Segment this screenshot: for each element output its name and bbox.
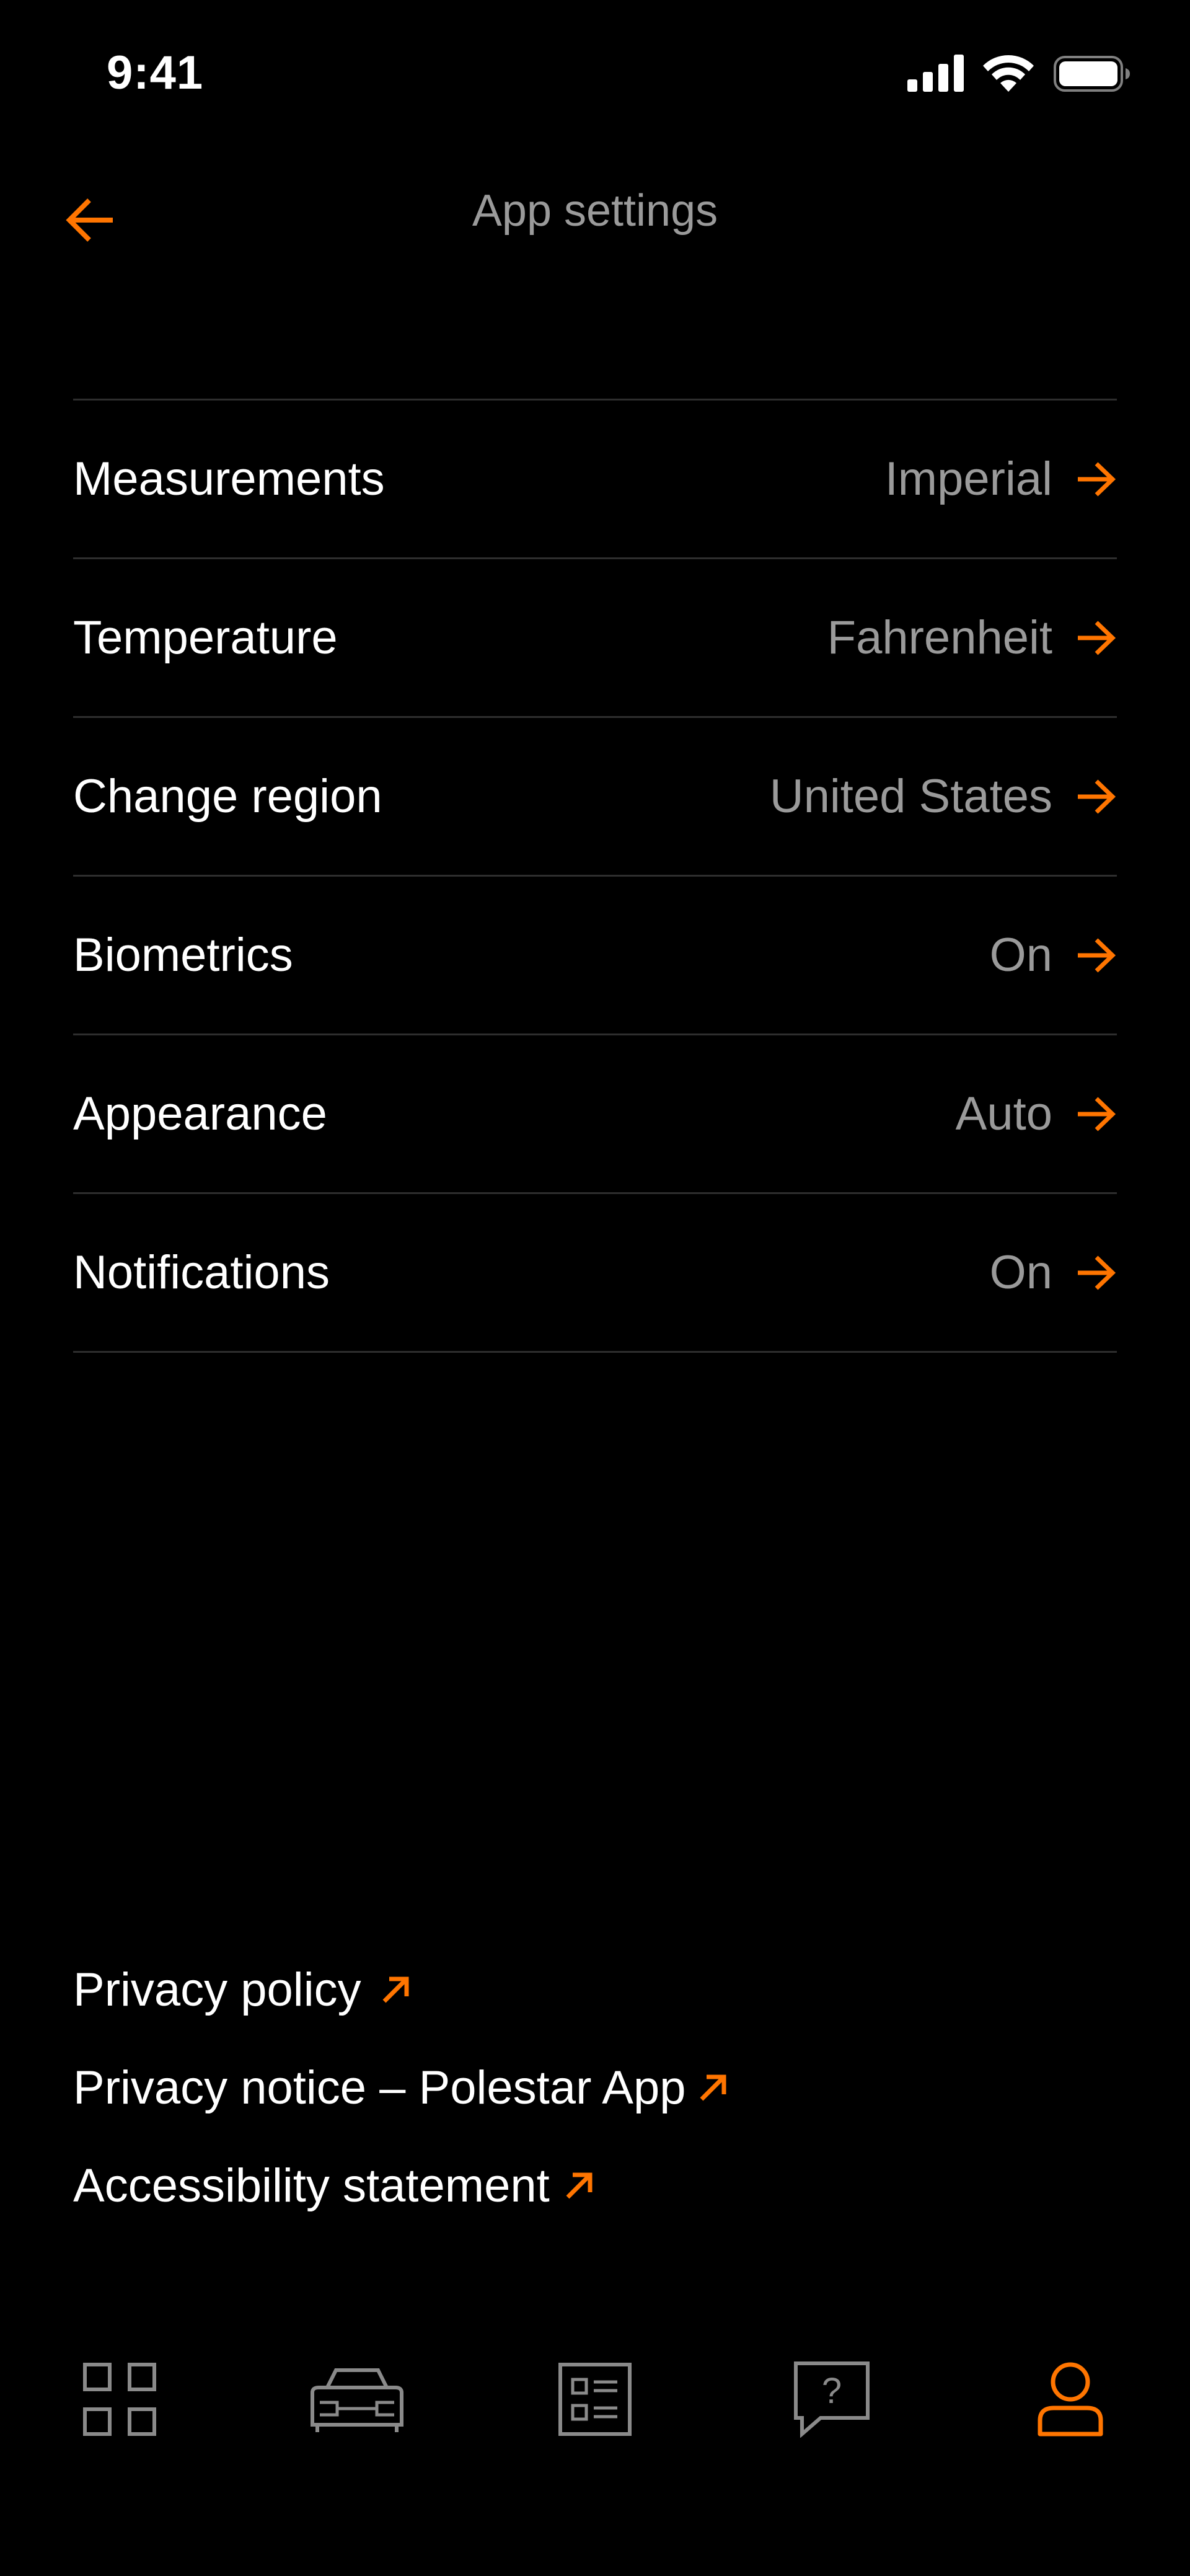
header: App settings	[0, 161, 1190, 273]
row-label: Notifications	[73, 1246, 330, 1299]
settings-row-biometrics[interactable]: Biometrics On	[73, 877, 1117, 1035]
link-label: Privacy notice – Polestar App	[73, 2061, 686, 2114]
cellular-signal-icon	[907, 55, 964, 92]
status-bar: 9:41	[0, 0, 1190, 149]
row-value: United States	[769, 770, 1052, 823]
tab-list[interactable]	[542, 2350, 648, 2449]
tab-profile[interactable]	[1018, 2350, 1123, 2449]
arrow-right-icon	[1075, 1252, 1117, 1294]
battery-icon	[1054, 56, 1130, 92]
settings-row-temperature[interactable]: Temperature Fahrenheit	[73, 559, 1117, 718]
page-title: App settings	[472, 186, 718, 236]
status-icons	[907, 55, 1130, 98]
list-icon	[558, 2363, 632, 2436]
accessibility-statement-link[interactable]: Accessibility statement	[73, 2136, 1127, 2234]
settings-row-notifications[interactable]: Notifications On	[73, 1194, 1117, 1353]
link-label: Privacy policy	[73, 1963, 361, 2016]
settings-row-change-region[interactable]: Change region United States	[73, 718, 1117, 877]
tab-home[interactable]	[67, 2350, 172, 2449]
row-value: Imperial	[884, 453, 1052, 505]
help-icon: ?	[794, 2361, 870, 2438]
row-label: Measurements	[73, 453, 385, 505]
grid-icon	[83, 2363, 156, 2436]
settings-row-appearance[interactable]: Appearance Auto	[73, 1035, 1117, 1194]
profile-icon	[1038, 2362, 1103, 2437]
external-link-icon	[379, 1972, 413, 2007]
external-link-icon	[696, 2070, 731, 2105]
link-label: Accessibility statement	[73, 2159, 550, 2212]
tab-help[interactable]: ?	[779, 2350, 884, 2449]
car-icon	[311, 2368, 403, 2432]
settings-row-measurements[interactable]: Measurements Imperial	[73, 401, 1117, 559]
row-label: Biometrics	[73, 929, 293, 981]
arrow-right-icon	[1075, 934, 1117, 976]
arrow-right-icon	[1075, 1093, 1117, 1135]
row-label: Temperature	[73, 611, 338, 664]
privacy-notice-link[interactable]: Privacy notice – Polestar App	[73, 2038, 1127, 2136]
row-value: Fahrenheit	[827, 611, 1052, 664]
tab-car[interactable]	[304, 2350, 410, 2449]
wifi-icon	[983, 55, 1034, 92]
svg-text:?: ?	[822, 2371, 842, 2411]
tab-bar: ?	[0, 2350, 1190, 2449]
row-value: On	[989, 1246, 1052, 1299]
legal-links: Privacy policy Privacy notice – Polestar…	[73, 1941, 1127, 2234]
arrow-right-icon	[1075, 458, 1117, 500]
status-time: 9:41	[107, 46, 204, 99]
external-link-icon	[562, 2168, 597, 2203]
row-label: Change region	[73, 770, 382, 823]
settings-list: Measurements Imperial Temperature Fahren…	[73, 399, 1117, 1353]
row-label: Appearance	[73, 1087, 327, 1140]
privacy-policy-link[interactable]: Privacy policy	[73, 1941, 1127, 2038]
row-value: On	[989, 929, 1052, 981]
arrow-right-icon	[1075, 617, 1117, 659]
row-value: Auto	[955, 1087, 1052, 1140]
arrow-right-icon	[1075, 776, 1117, 818]
